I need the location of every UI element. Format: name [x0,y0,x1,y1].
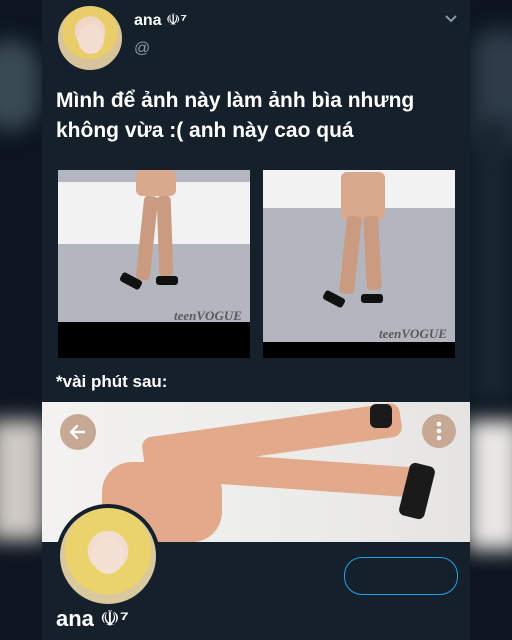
photo-logo: teenVOGUE [174,308,242,323]
follow-button[interactable] [344,557,458,595]
tweet-image-grid: teenVOGUE teenVOGUE [58,170,458,360]
tweet-text: Mình để ảnh này làm ảnh bìa nhưng không … [56,89,415,142]
tweet-header: ana ☫⁷ @ [42,0,470,75]
tweet-photo-right[interactable]: teenVOGUE [263,170,455,358]
photo-figure [156,195,174,277]
backdrop-blob [0,420,45,540]
photo-figure [341,172,385,220]
backdrop-blob [0,40,40,130]
back-button[interactable] [60,414,96,450]
author-handle: @ [134,40,151,57]
profile-display-name: ana ☫⁷ [56,606,129,631]
author-avatar[interactable] [56,4,124,72]
banner-figure [191,452,423,498]
backdrop-blob [472,120,512,400]
tweet-card: ana ☫⁷ @ Mình để ảnh này làm ảnh bìa như… [42,0,470,640]
author-name[interactable]: ana ☫⁷ [134,10,187,30]
chevron-down-icon[interactable] [444,12,458,26]
more-vertical-icon [436,421,442,441]
banner-figure [370,404,392,428]
more-options-button[interactable] [422,414,456,448]
avatar-face [92,538,124,574]
photo-figure [156,276,178,285]
avatar-face [78,24,104,54]
photo-figure [361,294,383,303]
backdrop-blob [467,420,512,550]
profile-avatar[interactable] [56,504,160,608]
photo-figure [136,170,176,196]
back-arrow-icon [69,424,86,440]
after-caption: *vài phút sau: [56,372,168,391]
photo-logo: teenVOGUE [379,326,447,341]
tweet-photo-left[interactable]: teenVOGUE [58,170,250,358]
